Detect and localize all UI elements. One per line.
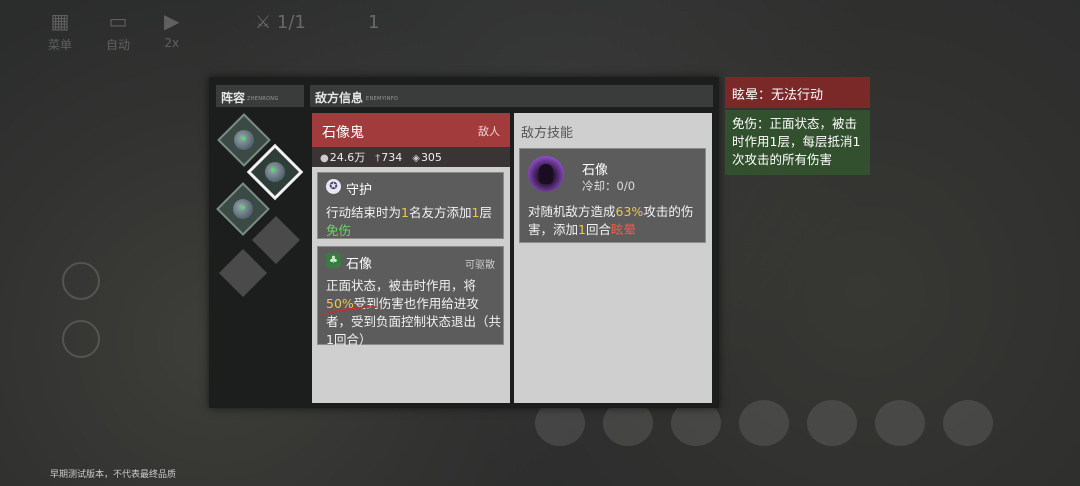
- desc-text: 正面状态，被击时作用，将: [326, 278, 477, 293]
- tooltip-damage-immunity: 免伤：正面状态，被击时作用1层，每层抵消1次攻击的所有伤害: [725, 110, 870, 175]
- drop-icon: ●: [320, 153, 329, 164]
- atk-stat: †734: [375, 151, 402, 164]
- enemy-info-subtitle: ENEMYINFO: [366, 96, 399, 102]
- enemy-stats: ●24.6万 †734 ◈305: [312, 147, 510, 167]
- lineup-subtitle: ZHENRONG: [247, 96, 279, 102]
- enemy-info-header: 敌方信息 ENEMYINFO: [310, 85, 713, 107]
- buff-guard[interactable]: ✪ 守护 行动结束时为1名友方添加1层免伤: [317, 172, 504, 239]
- menu-icon: ▦: [50, 9, 70, 33]
- atk-value: 734: [381, 150, 403, 164]
- desc-text: 行动结束时为: [326, 205, 402, 220]
- swords-icon: ⚔: [255, 12, 272, 33]
- enemy-name: 石像鬼: [322, 125, 364, 141]
- tooltip-body: 免伤：正面状态，被击时作用1层，每层抵消1次攻击的所有伤害: [732, 116, 861, 167]
- hp-value: 24.6万: [329, 151, 366, 164]
- desc-status: 免伤: [326, 223, 352, 238]
- top-hud: ▦ 菜单 ▭ 自动 ▶ 2x: [48, 10, 179, 53]
- skill-name: 石像: [582, 163, 609, 178]
- enemy-info-title: 敌方信息: [315, 91, 364, 105]
- desc-text: 层: [479, 205, 492, 220]
- buff-name: 石像: [346, 257, 373, 272]
- clover-icon: ♣: [326, 253, 341, 268]
- status-tooltip: 眩晕：无法行动 免伤：正面状态，被击时作用1层，每层抵消1次攻击的所有伤害: [725, 77, 870, 175]
- def-stat: ◈305: [412, 151, 442, 164]
- desc-text: 名友方添加: [408, 205, 472, 220]
- skill-slot: [807, 400, 857, 446]
- gargoyle-portrait: [265, 162, 285, 182]
- desc-number: 1: [578, 222, 586, 237]
- hp-stat: ●24.6万: [320, 149, 365, 165]
- lineup-header: 阵容 ZHENRONG: [216, 85, 304, 107]
- skill-avatar-icon: [528, 156, 564, 192]
- desc-status: 眩晕: [610, 222, 636, 237]
- footer-note: 早期测试版本，不代表最终品质: [50, 470, 177, 480]
- speed-label: 2x: [164, 36, 180, 50]
- side-button-1: [62, 262, 100, 300]
- side-button-2: [62, 320, 100, 358]
- tooltip-title: 眩晕：无法行动: [732, 88, 824, 103]
- skill-cooldown: 冷却：0/0: [582, 179, 636, 193]
- monitor-icon: ▭: [108, 9, 128, 33]
- skill-slot: [739, 400, 789, 446]
- skill-description: 对随机敌方造成63%攻击的伤害，添加1回合眩晕: [528, 203, 703, 239]
- menu-button[interactable]: ▦ 菜单: [48, 10, 72, 53]
- desc-number: 1: [401, 205, 409, 220]
- skills-title: 敌方技能: [521, 126, 574, 141]
- menu-label: 菜单: [48, 38, 73, 52]
- shield-icon: ◈: [412, 152, 420, 164]
- dispellable-tag: 可驱散: [465, 260, 495, 271]
- skill-slot: [875, 400, 925, 446]
- enemy-title-bar: 石像鬼 敌人: [312, 113, 510, 147]
- desc-percent: 63%: [615, 204, 644, 219]
- buff-description: 行动结束时为1名友方添加1层免伤: [326, 204, 501, 240]
- auto-button[interactable]: ▭ 自动: [106, 10, 130, 53]
- sword-icon: †: [375, 152, 381, 164]
- side-buttons: [62, 262, 104, 362]
- def-value: 305: [420, 150, 442, 164]
- play-icon: ▶: [164, 9, 180, 33]
- tooltip-stun: 眩晕：无法行动: [725, 77, 870, 108]
- round-counter: ⚔ 1/1: [255, 12, 306, 33]
- desc-text: 对随机敌方造成: [528, 204, 616, 219]
- desc-text: 回合: [585, 222, 611, 237]
- speed-button[interactable]: ▶ 2x: [164, 10, 179, 53]
- skill-slot: [943, 400, 993, 446]
- shield-icon: ✪: [326, 179, 341, 194]
- buff-statue[interactable]: ♣ 石像 可驱散 正面状态，被击时作用，将50%受到伤害也作用给进攻者，受到负面…: [317, 246, 504, 347]
- auto-label: 自动: [106, 38, 131, 52]
- enemy-skills-card: 敌方技能 石像 冷却：0/0 对随机敌方造成63%攻击的伤害，添加1回合眩晕: [514, 113, 712, 403]
- lineup-title: 阵容: [221, 91, 246, 105]
- buff-name: 守护: [346, 183, 373, 198]
- round-counter-value: 1/1: [276, 12, 306, 33]
- enemy-card: 石像鬼 敌人 ●24.6万 †734 ◈305 ✪ 守护 行动结束时为1名友方添…: [312, 113, 510, 403]
- enemy-tag: 敌人: [478, 125, 500, 138]
- skill-entry[interactable]: 石像 冷却：0/0 对随机敌方造成63%攻击的伤害，添加1回合眩晕: [519, 148, 706, 243]
- wave-counter: 1: [368, 12, 380, 33]
